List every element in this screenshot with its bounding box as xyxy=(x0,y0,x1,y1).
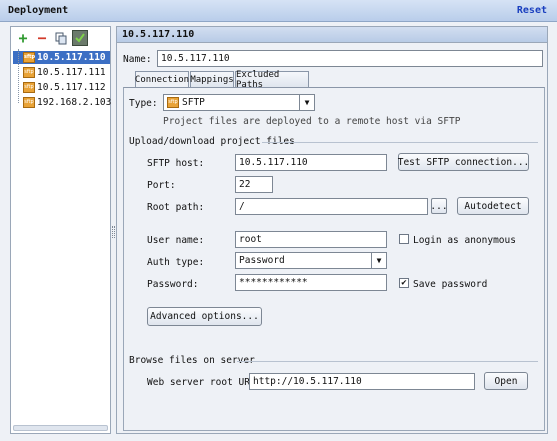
server-item[interactable]: sftp 10.5.117.112 xyxy=(13,81,106,94)
minus-icon[interactable]: − xyxy=(35,29,49,47)
upload-section-divider xyxy=(262,142,538,143)
sftp-host-input[interactable]: 10.5.117.110 xyxy=(235,154,387,171)
panel-splitter[interactable] xyxy=(112,26,115,434)
port-input[interactable]: 22 xyxy=(235,176,273,193)
tab-mappings[interactable]: Mappings xyxy=(190,71,234,87)
server-item[interactable]: sftp 10.5.117.110 xyxy=(13,51,110,64)
auth-type-value: Password xyxy=(239,255,285,266)
chevron-down-icon: ▼ xyxy=(299,95,314,110)
type-hint: Project files are deployed to a remote h… xyxy=(163,116,461,127)
splitter-grip-icon xyxy=(112,226,115,238)
user-name-input[interactable]: root xyxy=(235,231,387,248)
web-root-url-input[interactable]: http://10.5.117.110 xyxy=(249,373,475,390)
reset-link[interactable]: Reset xyxy=(517,5,547,16)
test-connection-button[interactable]: Test SFTP connection... xyxy=(398,153,529,171)
sftp-server-icon: sftp xyxy=(23,82,35,93)
window-title-bar: Deployment Reset xyxy=(0,0,557,22)
chevron-down-icon: ▼ xyxy=(371,253,386,268)
server-label: 192.168.2.103 xyxy=(37,97,112,108)
autodetect-button[interactable]: Autodetect xyxy=(457,197,529,215)
port-label: Port: xyxy=(147,180,176,191)
server-item[interactable]: sftp 192.168.2.103 xyxy=(13,96,111,109)
sftp-server-icon: sftp xyxy=(23,97,35,108)
user-name-label: User name: xyxy=(147,235,205,246)
copy-icon[interactable] xyxy=(54,31,68,45)
web-root-url-label: Web server root URL: xyxy=(147,377,262,388)
root-path-input[interactable]: / xyxy=(235,198,428,215)
open-button[interactable]: Open xyxy=(484,372,528,390)
save-password-checkbox[interactable]: ✔ xyxy=(399,278,409,288)
root-path-label: Root path: xyxy=(147,202,205,213)
type-label: Type: xyxy=(129,98,158,109)
server-list-panel: + − sftp 10.5.117.110 sftp 10.5.117.111 … xyxy=(10,26,111,434)
browse-section-divider xyxy=(237,361,538,362)
server-settings-panel: 10.5.117.110 Name: 10.5.117.110 Connecti… xyxy=(116,26,548,434)
auth-type-label: Auth type: xyxy=(147,257,205,268)
tab-excluded-paths[interactable]: Excluded Paths xyxy=(235,70,309,90)
save-password-label: Save password xyxy=(413,279,488,290)
auth-type-select[interactable]: Password ▼ xyxy=(235,252,387,269)
server-label: 10.5.117.112 xyxy=(37,82,106,93)
login-anonymous-checkbox[interactable] xyxy=(399,234,409,244)
tab-connection[interactable]: Connection xyxy=(135,71,189,88)
sftp-server-icon: sftp xyxy=(23,52,35,63)
name-label: Name: xyxy=(123,54,152,65)
login-anonymous-label: Login as anonymous xyxy=(413,235,516,246)
settings-header: 10.5.117.110 xyxy=(117,27,547,43)
server-label: 10.5.117.110 xyxy=(37,52,106,63)
set-default-icon[interactable] xyxy=(72,30,88,46)
sftp-host-label: SFTP host: xyxy=(147,158,205,169)
type-select[interactable]: sftp SFTP ▼ xyxy=(163,94,315,111)
server-item[interactable]: sftp 10.5.117.111 xyxy=(13,66,106,79)
name-input[interactable]: 10.5.117.110 xyxy=(157,50,543,67)
sftp-server-icon: sftp xyxy=(23,67,35,78)
advanced-options-button[interactable]: Advanced options... xyxy=(147,307,262,326)
browse-section-title: Browse files on server xyxy=(129,355,255,366)
server-label: 10.5.117.111 xyxy=(37,67,106,78)
settings-title: 10.5.117.110 xyxy=(122,29,195,40)
password-input[interactable]: ************ xyxy=(235,274,387,291)
tree-line xyxy=(18,49,19,103)
type-value: SFTP xyxy=(182,97,205,108)
sftp-type-icon: sftp xyxy=(167,97,179,108)
horizontal-scrollbar[interactable] xyxy=(13,425,108,431)
window-title: Deployment xyxy=(8,5,69,16)
password-label: Password: xyxy=(147,279,199,290)
browse-button[interactable]: ... xyxy=(430,198,448,214)
plus-icon[interactable]: + xyxy=(16,29,30,47)
